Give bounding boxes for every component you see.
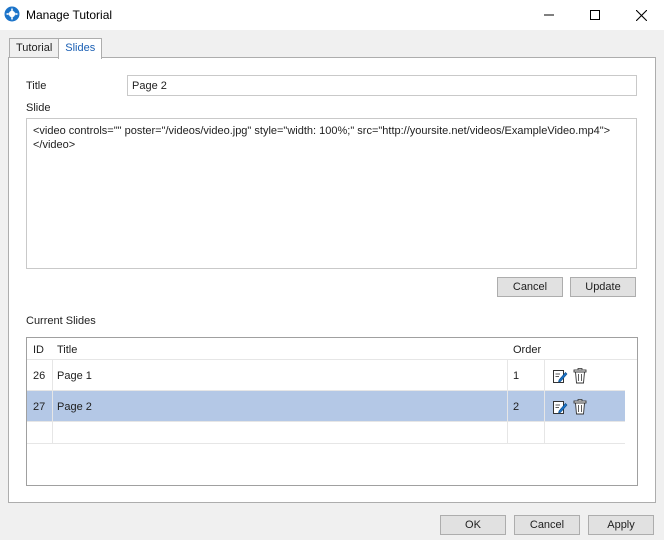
row-id: 27 <box>33 401 46 413</box>
ok-button[interactable]: OK <box>440 515 506 535</box>
slide-label: Slide <box>26 102 51 114</box>
tab-bar: Tutorial Slides <box>9 38 103 59</box>
maximize-icon <box>590 10 600 20</box>
column-header-title[interactable]: Title <box>57 344 77 356</box>
edit-icon[interactable] <box>552 368 568 384</box>
title-bar: Manage Tutorial <box>0 0 664 30</box>
close-button[interactable] <box>618 0 664 30</box>
table-row[interactable]: 26 Page 1 1 <box>27 360 625 391</box>
slides-grid: ID Title Order 26 Page 1 1 27 Page 2 2 <box>26 337 638 486</box>
row-order: 2 <box>513 401 520 413</box>
close-icon <box>635 9 647 21</box>
cancel-button[interactable]: Cancel <box>514 515 580 535</box>
column-divider <box>52 360 53 444</box>
table-row-selected[interactable]: 27 Page 2 2 <box>27 391 625 422</box>
row-order: 1 <box>513 370 520 382</box>
tab-slides[interactable]: Slides <box>58 38 103 59</box>
current-slides-label: Current Slides <box>26 315 96 327</box>
edit-icon[interactable] <box>552 399 568 415</box>
row-title: Page 2 <box>57 401 92 413</box>
title-label: Title <box>26 80 47 92</box>
row-id: 26 <box>33 370 46 382</box>
minimize-button[interactable] <box>526 0 572 30</box>
window-title: Manage Tutorial <box>26 8 113 22</box>
app-logo-icon <box>4 6 20 22</box>
slide-content-textarea[interactable] <box>26 118 637 269</box>
grid-header: ID Title Order <box>27 338 637 360</box>
trash-icon[interactable] <box>573 399 589 415</box>
title-input[interactable] <box>127 75 637 96</box>
table-row-empty[interactable] <box>27 422 625 444</box>
manage-tutorial-window: Manage Tutorial Tutorial Slides Title Sl… <box>0 0 664 540</box>
minimize-icon <box>544 14 554 16</box>
apply-button[interactable]: Apply <box>588 515 654 535</box>
column-divider <box>507 360 508 444</box>
column-header-order[interactable]: Order <box>513 344 541 356</box>
cancel-edit-button[interactable]: Cancel <box>497 277 563 297</box>
maximize-button[interactable] <box>572 0 618 30</box>
tab-tutorial[interactable]: Tutorial <box>9 38 60 58</box>
row-title: Page 1 <box>57 370 92 382</box>
update-button[interactable]: Update <box>570 277 636 297</box>
trash-icon[interactable] <box>573 368 589 384</box>
column-header-id[interactable]: ID <box>33 344 44 356</box>
column-divider <box>544 360 545 444</box>
